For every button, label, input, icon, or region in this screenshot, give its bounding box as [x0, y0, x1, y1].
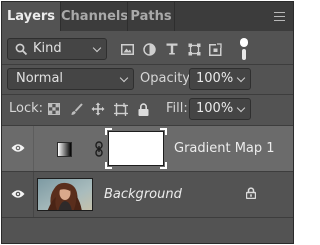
- lock-position-icon[interactable]: [90, 100, 106, 118]
- chevron-down-icon: [236, 73, 246, 83]
- chevron-down-icon: [92, 43, 102, 53]
- adjustment-layer-filter-icon[interactable]: [141, 40, 157, 58]
- filter-kind-select[interactable]: Kind: [7, 38, 107, 60]
- filter-kind-label: Kind: [33, 41, 62, 56]
- layer-row-background[interactable]: Background: [2, 172, 293, 217]
- opacity-value: 100%: [196, 71, 234, 86]
- lock-label: Lock:: [9, 101, 44, 116]
- background-layer-thumbnail[interactable]: [37, 178, 93, 211]
- opacity-field[interactable]: 100%: [189, 68, 251, 90]
- panel-tab-bar: Layers Channels Paths: [2, 2, 293, 31]
- layer-row-gradient-map[interactable]: Gradient Map 1: [2, 126, 293, 171]
- tab-layers[interactable]: Layers: [2, 2, 60, 31]
- type-layer-filter-icon[interactable]: [164, 40, 180, 58]
- mask-selected-frame: [105, 128, 167, 169]
- lock-image-pixels-icon[interactable]: [68, 100, 84, 118]
- filter-toggle-switch[interactable]: [240, 38, 248, 60]
- pixel-layer-filter-icon[interactable]: [119, 40, 135, 58]
- layer-mask-link-icon[interactable]: [95, 141, 103, 157]
- lock-transparent-pixels-icon[interactable]: [46, 100, 62, 118]
- tab-paths[interactable]: Paths: [128, 2, 174, 31]
- layer-name-gradient-map[interactable]: Gradient Map 1: [174, 141, 275, 156]
- fill-label: Fill:: [166, 101, 188, 116]
- eye-icon[interactable]: [7, 137, 29, 159]
- lock-icon[interactable]: [245, 187, 257, 200]
- shape-layer-filter-icon[interactable]: [186, 40, 202, 58]
- chevron-down-icon: [236, 103, 246, 113]
- search-icon: [15, 43, 28, 56]
- eye-icon[interactable]: [7, 183, 29, 205]
- tab-channels[interactable]: Channels: [61, 2, 128, 31]
- fill-value: 100%: [196, 101, 234, 116]
- prevent-auto-nesting-icon[interactable]: [113, 100, 129, 118]
- layers-panel: Layers Channels Paths Kind Normal Opacit…: [1, 1, 294, 244]
- lock-all-icon[interactable]: [135, 100, 151, 118]
- fill-field[interactable]: 100%: [189, 98, 251, 120]
- gradient-map-adjustment-icon: [57, 142, 72, 157]
- blend-mode-select[interactable]: Normal: [7, 68, 134, 90]
- blend-mode-value: Normal: [16, 71, 64, 86]
- smart-object-filter-icon[interactable]: [207, 40, 223, 58]
- chevron-down-icon: [119, 73, 129, 83]
- opacity-label: Opacity:: [140, 71, 194, 86]
- panel-menu-icon[interactable]: [274, 12, 285, 21]
- layer-name-background[interactable]: Background: [104, 187, 182, 202]
